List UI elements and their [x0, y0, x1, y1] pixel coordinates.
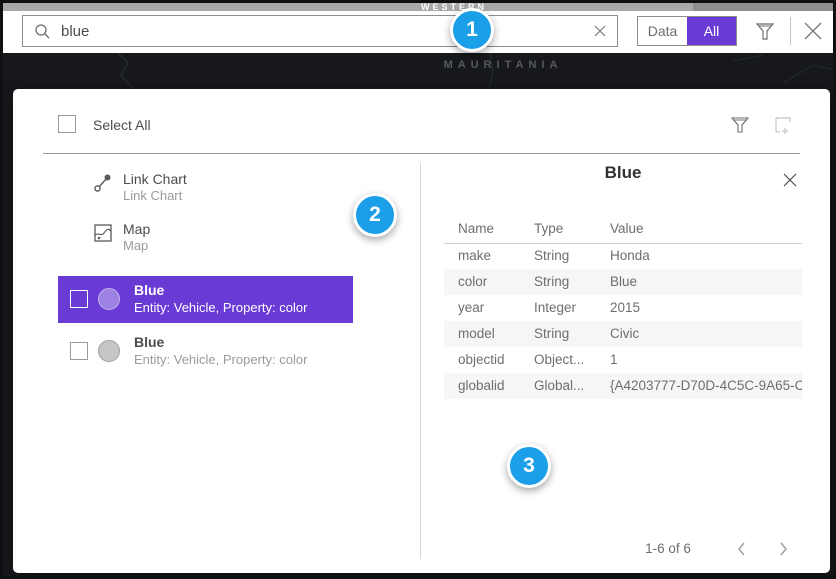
- column-header-name: Name: [458, 221, 494, 236]
- result-title: Map: [123, 221, 150, 237]
- map-top-strip: WESTERN: [3, 3, 833, 11]
- table-row: color String Blue: [444, 269, 802, 295]
- app-window: WESTERN Data All: [0, 0, 836, 579]
- scope-option-data[interactable]: Data: [638, 17, 687, 45]
- table-row: objectid Object... 1: [444, 347, 802, 373]
- close-icon[interactable]: [781, 171, 799, 189]
- table-row: model String Civic: [444, 321, 802, 347]
- annotation-badge-2: 2: [353, 193, 397, 237]
- result-title: Link Chart: [123, 171, 187, 187]
- table-row: year Integer 2015: [444, 295, 802, 321]
- cell-name: year: [458, 300, 484, 315]
- header-divider: [43, 153, 800, 154]
- cell-value: Civic: [610, 326, 639, 341]
- pane-divider: [420, 163, 421, 559]
- scope-toggle: Data All: [637, 16, 737, 46]
- cell-value: Honda: [610, 248, 650, 263]
- search-toolbar: Data All: [3, 11, 833, 53]
- cell-value: 1: [610, 352, 618, 367]
- close-icon[interactable]: [799, 17, 827, 45]
- cell-name: make: [458, 248, 491, 263]
- annotation-badge-3: 3: [507, 444, 551, 488]
- result-item-blue-selected[interactable]: Blue Entity: Vehicle, Property: color: [58, 276, 353, 323]
- cell-value: 2015: [610, 300, 640, 315]
- cell-type: String: [534, 274, 569, 289]
- cell-type: Object...: [534, 352, 584, 367]
- map-label-mauritania: MAURITANIA: [383, 59, 623, 71]
- table-row: make String Honda: [444, 243, 802, 269]
- column-header-value: Value: [610, 221, 644, 236]
- result-item-blue[interactable]: Blue Entity: Vehicle, Property: color: [58, 328, 353, 375]
- cell-name: color: [458, 274, 487, 289]
- detail-title: Blue: [444, 163, 802, 183]
- scope-option-all[interactable]: All: [687, 17, 736, 45]
- cell-type: Integer: [534, 300, 576, 315]
- cell-name: model: [458, 326, 495, 341]
- result-checkbox[interactable]: [70, 290, 88, 308]
- clear-search-button[interactable]: [583, 15, 618, 47]
- column-header-type: Type: [534, 221, 563, 236]
- chevron-right-icon[interactable]: [773, 539, 793, 559]
- table-row: globalid Global... {A4203777-D70D-4C5C-9…: [444, 373, 802, 399]
- result-title: Blue: [134, 334, 164, 350]
- search-box[interactable]: [22, 15, 584, 47]
- result-subtitle: Entity: Vehicle, Property: color: [134, 300, 307, 315]
- search-input[interactable]: [51, 16, 583, 46]
- cell-name: globalid: [458, 378, 505, 393]
- funnel-icon[interactable]: [753, 19, 777, 43]
- close-icon: [594, 25, 606, 37]
- result-title: Blue: [134, 282, 164, 298]
- annotation-badge-1: 1: [450, 8, 494, 52]
- result-subtitle: Map: [123, 238, 148, 253]
- map-shade: [693, 3, 833, 11]
- funnel-icon[interactable]: [730, 115, 750, 135]
- chevron-left-icon[interactable]: [732, 539, 752, 559]
- add-selection-icon[interactable]: [772, 114, 794, 136]
- cell-type: Global...: [534, 378, 584, 393]
- cell-type: String: [534, 326, 569, 341]
- entity-circle-icon: [98, 340, 120, 362]
- result-checkbox[interactable]: [70, 342, 88, 360]
- select-all-label: Select All: [93, 117, 151, 133]
- map-icon: [93, 223, 113, 243]
- select-all-checkbox[interactable]: [58, 115, 76, 133]
- search-results-dialog: Select All Link Chart Link Chart: [13, 89, 830, 573]
- cell-value: {A4203777-D70D-4C5C-9A65-C...: [610, 378, 802, 393]
- cell-name: objectid: [458, 352, 505, 367]
- pagination-label: 1-6 of 6: [613, 541, 723, 556]
- attribute-table-header: Name Type Value: [444, 217, 802, 243]
- link-chart-icon: [93, 173, 113, 193]
- toolbar-divider: [790, 17, 791, 45]
- cell-value: Blue: [610, 274, 637, 289]
- result-subtitle: Entity: Vehicle, Property: color: [134, 352, 307, 367]
- entity-circle-icon: [98, 288, 120, 310]
- search-icon: [34, 23, 51, 40]
- result-subtitle: Link Chart: [123, 188, 182, 203]
- cell-type: String: [534, 248, 569, 263]
